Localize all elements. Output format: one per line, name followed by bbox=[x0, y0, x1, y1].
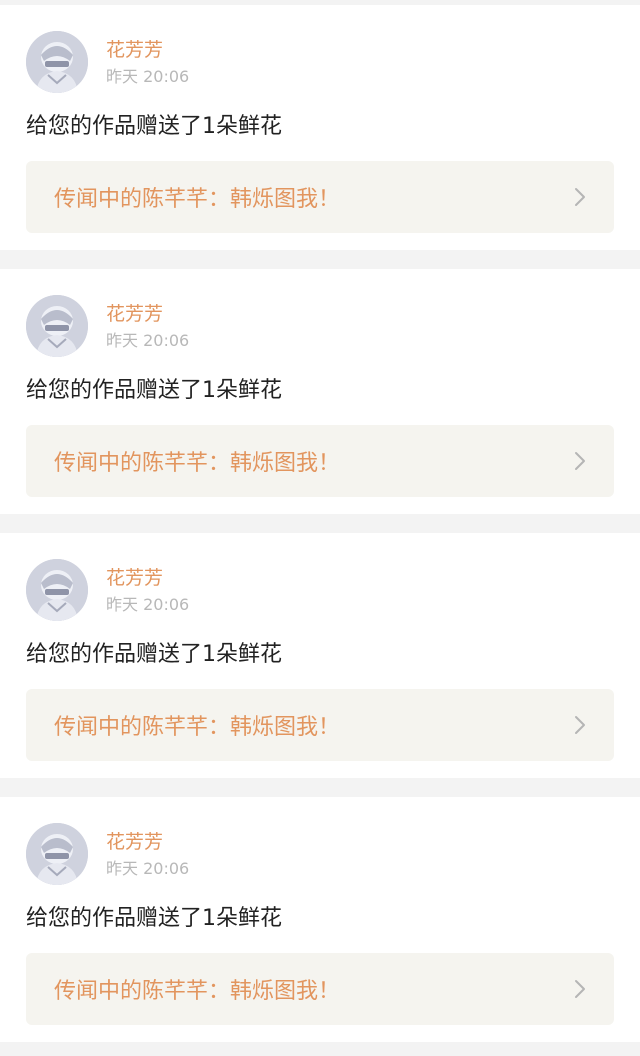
chevron-right-icon bbox=[572, 186, 588, 208]
notification-card: 花芳芳 昨天 20:06 给您的作品赠送了1朵鲜花 传闻中的陈芊芊：韩烁图我！ bbox=[0, 269, 640, 514]
notification-card: 花芳芳 昨天 20:06 给您的作品赠送了1朵鲜花 传闻中的陈芊芊：韩烁图我！ bbox=[0, 5, 640, 250]
work-title: 传闻中的陈芊芊：韩烁图我！ bbox=[54, 187, 341, 212]
username[interactable]: 花芳芳 bbox=[106, 566, 163, 590]
timestamp: 昨天 20:06 bbox=[106, 595, 190, 614]
notification-card: 花芳芳 昨天 20:06 给您的作品赠送了1朵鲜花 传闻中的陈芊芊：韩烁图我！ bbox=[0, 533, 640, 778]
timestamp: 昨天 20:06 bbox=[106, 67, 190, 86]
chevron-right-icon bbox=[572, 714, 588, 736]
work-title: 传闻中的陈芊芊：韩烁图我！ bbox=[54, 979, 341, 1004]
work-title: 传闻中的陈芊芊：韩烁图我！ bbox=[54, 451, 341, 476]
timestamp: 昨天 20:06 bbox=[106, 331, 190, 350]
username[interactable]: 花芳芳 bbox=[106, 830, 163, 854]
user-avatar[interactable] bbox=[26, 295, 88, 357]
user-avatar[interactable] bbox=[26, 559, 88, 621]
notification-feed: 花芳芳 昨天 20:06 给您的作品赠送了1朵鲜花 传闻中的陈芊芊：韩烁图我！ … bbox=[0, 0, 640, 1042]
work-link-card[interactable]: 传闻中的陈芊芊：韩烁图我！ bbox=[26, 953, 614, 1025]
notification-card: 花芳芳 昨天 20:06 给您的作品赠送了1朵鲜花 传闻中的陈芊芊：韩烁图我！ bbox=[0, 797, 640, 1042]
notification-message: 给您的作品赠送了1朵鲜花 bbox=[26, 114, 282, 139]
username[interactable]: 花芳芳 bbox=[106, 302, 163, 326]
work-link-card[interactable]: 传闻中的陈芊芊：韩烁图我！ bbox=[26, 425, 614, 497]
work-link-card[interactable]: 传闻中的陈芊芊：韩烁图我！ bbox=[26, 161, 614, 233]
notification-message: 给您的作品赠送了1朵鲜花 bbox=[26, 906, 282, 931]
user-avatar[interactable] bbox=[26, 31, 88, 93]
work-title: 传闻中的陈芊芊：韩烁图我！ bbox=[54, 715, 341, 740]
chevron-right-icon bbox=[572, 978, 588, 1000]
user-avatar[interactable] bbox=[26, 823, 88, 885]
timestamp: 昨天 20:06 bbox=[106, 859, 190, 878]
notification-message: 给您的作品赠送了1朵鲜花 bbox=[26, 642, 282, 667]
notification-message: 给您的作品赠送了1朵鲜花 bbox=[26, 378, 282, 403]
work-link-card[interactable]: 传闻中的陈芊芊：韩烁图我！ bbox=[26, 689, 614, 761]
chevron-right-icon bbox=[572, 450, 588, 472]
username[interactable]: 花芳芳 bbox=[106, 38, 163, 62]
